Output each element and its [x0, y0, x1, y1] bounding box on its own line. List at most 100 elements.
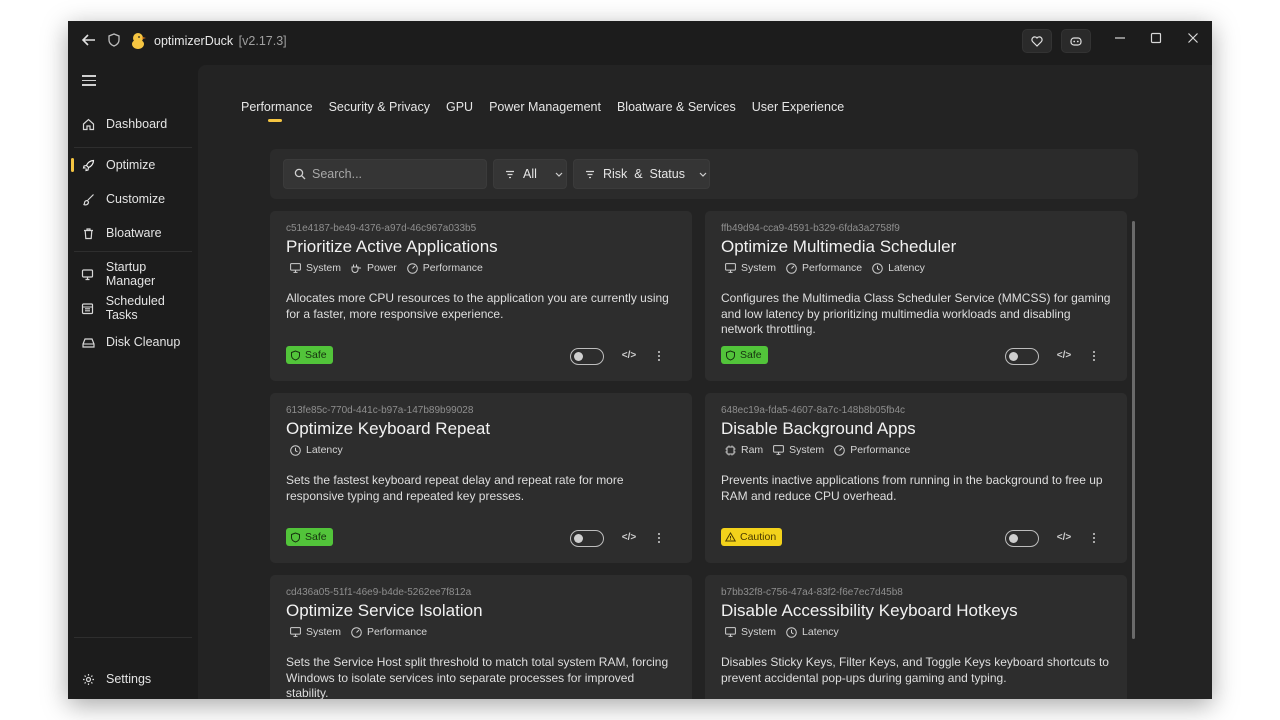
tag-label: System: [789, 444, 825, 456]
gauge-icon: [834, 444, 845, 456]
chip-icon: [725, 445, 736, 455]
tweak-description: Allocates more CPU resources to the appl…: [286, 291, 669, 321]
tag-performance: Performance: [786, 262, 862, 274]
tweak-toggle[interactable]: [1005, 348, 1039, 365]
gauge-icon: [351, 626, 362, 638]
tweak-card: 613fe85c-770d-441c-b97a-147b89b99028 Opt…: [270, 393, 692, 563]
tweak-card: ffb49d94-cca9-4591-b329-6fda3a2758f9 Opt…: [705, 211, 1127, 381]
gauge-icon: [406, 262, 418, 274]
tab-security-privacy[interactable]: Security & Privacy: [329, 100, 430, 114]
sidebar-item-label: Optimize: [106, 158, 156, 172]
tab-user-experience[interactable]: User Experience: [752, 100, 844, 114]
discord-button[interactable]: [1061, 29, 1091, 53]
clock-icon: [290, 444, 301, 456]
scrollbar[interactable]: [1132, 221, 1135, 639]
app-window: optimizerDuck [v2.17.3] Dashboard Optimi…: [68, 21, 1212, 699]
heart-icon: [1031, 35, 1043, 47]
code-icon[interactable]: </>: [621, 530, 637, 546]
tweak-toggle[interactable]: [570, 348, 604, 365]
tag-performance: Performance: [406, 262, 483, 274]
tweak-id: 613fe85c-770d-441c-b97a-147b89b99028: [286, 405, 474, 416]
more-options-icon[interactable]: [1086, 530, 1102, 546]
back-arrow-icon[interactable]: [80, 32, 98, 50]
sidebar-item-settings[interactable]: Settings: [68, 664, 198, 694]
code-icon[interactable]: </>: [1056, 530, 1072, 546]
minimize-icon[interactable]: [1108, 27, 1132, 51]
monitor-icon: [773, 445, 785, 455]
sidebar-item-optimize[interactable]: Optimize: [68, 150, 198, 180]
tag-latency: Latency: [786, 626, 839, 638]
sidebar-item-customize[interactable]: Customize: [68, 184, 198, 214]
sidebar-item-startup-manager[interactable]: Startup Manager: [68, 259, 198, 289]
risk-label: Caution: [740, 531, 777, 543]
all-filter-dropdown[interactable]: All: [493, 159, 567, 189]
duck-logo-icon: [129, 31, 147, 51]
code-icon[interactable]: </>: [621, 348, 637, 364]
sidebar-item-dashboard[interactable]: Dashboard: [68, 109, 198, 139]
discord-icon: [1070, 36, 1082, 46]
tag-label: System: [741, 626, 777, 638]
risk-label: Safe: [305, 349, 327, 361]
tweak-tags: System Latency: [725, 626, 849, 638]
sidebar-divider: [74, 147, 192, 148]
code-icon[interactable]: </>: [1056, 348, 1072, 364]
tag-label: Performance: [422, 262, 483, 274]
sidebar-divider: [74, 251, 192, 252]
filter-icon: [506, 170, 514, 178]
tag-system: System: [290, 262, 341, 274]
risk-status-dropdown[interactable]: Risk & Status: [573, 159, 710, 189]
more-options-icon[interactable]: [651, 348, 667, 364]
home-icon: [81, 117, 95, 131]
trash-icon: [81, 226, 95, 240]
tweak-title: Disable Background Apps: [721, 419, 916, 438]
tab-power-management[interactable]: Power Management: [489, 100, 601, 114]
more-options-icon[interactable]: [651, 530, 667, 546]
plug-icon: [351, 264, 362, 273]
sidebar-divider: [74, 637, 192, 638]
tweak-tags: Latency: [290, 444, 353, 456]
more-options-icon[interactable]: [1086, 348, 1102, 364]
tweak-toggle[interactable]: [1005, 530, 1039, 547]
sidebar-item-label: Dashboard: [106, 117, 168, 131]
tag-label: Performance: [850, 444, 911, 456]
tweak-id: ffb49d94-cca9-4591-b329-6fda3a2758f9: [721, 223, 900, 234]
sidebar-item-label: Startup Manager: [105, 260, 156, 288]
tweak-description: Configures the Multimedia Class Schedule…: [721, 291, 1111, 336]
tweak-id: cd436a05-51f1-46e9-b4de-5262ee7f812a: [286, 587, 472, 598]
tag-latency: Latency: [290, 444, 343, 456]
search-box: [283, 159, 487, 189]
tab-gpu[interactable]: GPU: [446, 100, 473, 114]
hamburger-menu-icon[interactable]: [82, 75, 96, 87]
all-filter-label: All: [523, 167, 537, 181]
search-input[interactable]: [312, 167, 472, 181]
monitor-icon: [81, 267, 95, 281]
sidebar-item-scheduled-tasks[interactable]: Scheduled Tasks: [68, 293, 198, 323]
tweak-title: Optimize Keyboard Repeat: [286, 419, 491, 438]
risk-badge-caution: Caution: [721, 528, 783, 546]
clock-icon: [872, 262, 883, 274]
tab-performance[interactable]: Performance: [241, 100, 313, 122]
tweak-tags: System Power Performance: [290, 262, 493, 274]
tag-ram: Ram: [725, 444, 763, 456]
sidebar-item-bloatware[interactable]: Bloatware: [68, 218, 198, 248]
tweak-description: Sets the fastest keyboard repeat delay a…: [286, 473, 624, 503]
gauge-icon: [786, 262, 797, 274]
favorite-button[interactable]: [1022, 29, 1052, 53]
sidebar-item-disk-cleanup[interactable]: Disk Cleanup: [68, 327, 198, 357]
tab-bloatware-services[interactable]: Bloatware & Services: [617, 100, 736, 114]
warning-icon: [725, 532, 736, 542]
tag-label: Latency: [888, 262, 925, 274]
shield-check-icon: [291, 531, 300, 543]
drive-icon: [81, 335, 95, 349]
shield-check-icon: [726, 349, 735, 361]
tweak-card: c51e4187-be49-4376-a97d-46c967a033b5 Pri…: [270, 211, 692, 381]
close-icon[interactable]: [1181, 27, 1205, 51]
tag-label: Ram: [741, 444, 764, 456]
gear-icon: [81, 672, 95, 686]
maximize-icon[interactable]: [1144, 27, 1168, 51]
tweak-toggle[interactable]: [570, 530, 604, 547]
app-version: [v2.17.3]: [238, 34, 287, 48]
tweak-card: 648ec19a-fda5-4607-8a7c-148b8b05fb4c Dis…: [705, 393, 1127, 563]
tweak-title: Optimize Service Isolation: [286, 601, 483, 620]
monitor-icon: [725, 263, 736, 273]
